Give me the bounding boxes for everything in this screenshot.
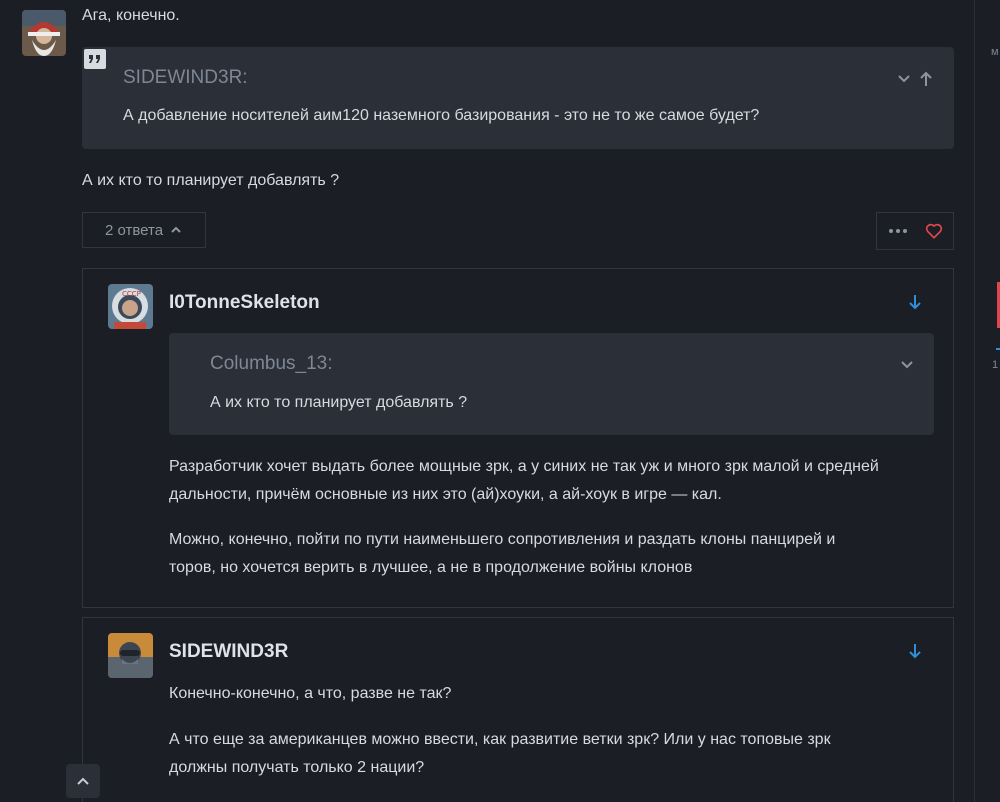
forum-thread: Ага, конечно. SIDEWIND3R: А добавление н…	[0, 0, 1000, 802]
quote-author: Columbus_13:	[210, 353, 333, 374]
reply-username[interactable]: I0TonneSkeleton	[169, 292, 320, 314]
replies-count-label: 2 ответа	[104, 221, 164, 239]
cosmonaut-avatar[interactable]: СССР	[108, 284, 153, 329]
arrow-down-icon[interactable]	[907, 293, 923, 311]
reply-paragraph-line: торов, но хочется верить в лучшее, а не …	[169, 559, 693, 576]
reply-paragraph-line: Можно, конечно, пойти по пути наименьшег…	[169, 531, 836, 548]
chevron-up-icon	[171, 226, 181, 233]
quote-text: А их кто то планирует добавлять ?	[210, 394, 468, 411]
post-body: А их кто то планирует добавлять ?	[82, 172, 340, 189]
post-actions	[876, 212, 954, 250]
heart-icon[interactable]	[925, 222, 943, 240]
santa-avatar[interactable]	[22, 10, 66, 56]
quote-text: А добавление носителей аим120 наземного …	[123, 107, 760, 124]
reply-paragraph-line: дальности, причём основные из них это (а…	[169, 486, 722, 503]
reply-paragraph-line: Конечно-конечно, а что, разве не так?	[169, 685, 452, 702]
reply-paragraph-line: А что еще за американцев можно ввести, к…	[169, 731, 831, 748]
reply-paragraph-line: Разработчик хочет выдать более мощные зр…	[169, 458, 879, 475]
right-rail-line	[996, 348, 1000, 350]
svg-text:СССР: СССР	[122, 290, 141, 298]
post-first-line: Ага, конечно.	[82, 7, 180, 24]
chevron-down-icon[interactable]	[899, 357, 915, 373]
reply-paragraph-line: должны получать только 2 нации?	[169, 759, 425, 776]
reply-username[interactable]: SIDEWIND3R	[169, 641, 288, 663]
quote-author: SIDEWIND3R:	[123, 67, 248, 88]
more-options-icon[interactable]	[888, 225, 908, 237]
reply-quote: Columbus_13: А их кто то планирует добав…	[169, 333, 934, 435]
post-quote: SIDEWIND3R: А добавление носителей аим12…	[82, 47, 954, 149]
right-rail-divider	[974, 0, 975, 802]
chevron-up-icon	[77, 777, 89, 785]
reply-card: СССР I0TonneSkeleton Columbus_13: А их к…	[82, 268, 954, 608]
reply-card: SIDEWIND3R Конечно-конечно, а что, разве…	[82, 617, 954, 802]
pilot-avatar[interactable]	[108, 633, 153, 678]
scroll-to-top-button[interactable]	[66, 764, 100, 798]
arrow-up-icon[interactable]	[918, 70, 934, 88]
right-rail-number: 1	[992, 359, 999, 371]
quote-icon	[84, 49, 106, 69]
chevron-down-icon[interactable]	[896, 71, 912, 87]
replies-toggle-button[interactable]: 2 ответа	[82, 212, 206, 248]
arrow-down-icon[interactable]	[907, 642, 923, 660]
right-rail-letter: м	[991, 46, 999, 58]
